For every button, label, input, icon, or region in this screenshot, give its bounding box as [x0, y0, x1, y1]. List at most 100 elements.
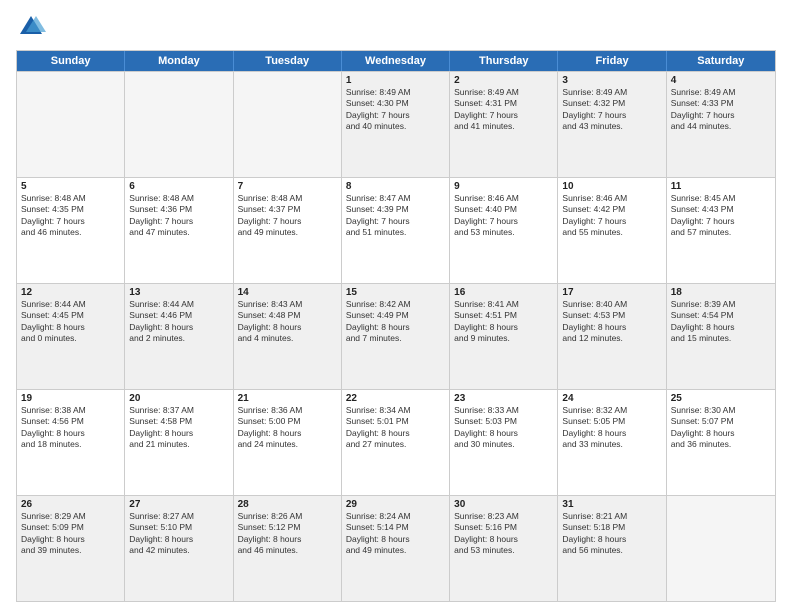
empty-cell	[667, 496, 775, 601]
day-number: 24	[562, 393, 661, 404]
day-number: 8	[346, 181, 445, 192]
day-info: Sunrise: 8:48 AMSunset: 4:37 PMDaylight:…	[238, 193, 337, 239]
day-number: 26	[21, 499, 120, 510]
day-info: Sunrise: 8:24 AMSunset: 5:14 PMDaylight:…	[346, 511, 445, 557]
day-cell-3: 3Sunrise: 8:49 AMSunset: 4:32 PMDaylight…	[558, 72, 666, 177]
day-number: 4	[671, 75, 771, 86]
day-info: Sunrise: 8:37 AMSunset: 4:58 PMDaylight:…	[129, 405, 228, 451]
day-number: 17	[562, 287, 661, 298]
calendar-body: 1Sunrise: 8:49 AMSunset: 4:30 PMDaylight…	[17, 71, 775, 601]
day-cell-14: 14Sunrise: 8:43 AMSunset: 4:48 PMDayligh…	[234, 284, 342, 389]
calendar-row-0: 1Sunrise: 8:49 AMSunset: 4:30 PMDaylight…	[17, 71, 775, 177]
day-number: 6	[129, 181, 228, 192]
day-number: 30	[454, 499, 553, 510]
day-info: Sunrise: 8:33 AMSunset: 5:03 PMDaylight:…	[454, 405, 553, 451]
day-number: 14	[238, 287, 337, 298]
day-info: Sunrise: 8:49 AMSunset: 4:32 PMDaylight:…	[562, 87, 661, 133]
day-info: Sunrise: 8:21 AMSunset: 5:18 PMDaylight:…	[562, 511, 661, 557]
calendar: SundayMondayTuesdayWednesdayThursdayFrid…	[16, 50, 776, 602]
day-cell-26: 26Sunrise: 8:29 AMSunset: 5:09 PMDayligh…	[17, 496, 125, 601]
day-info: Sunrise: 8:26 AMSunset: 5:12 PMDaylight:…	[238, 511, 337, 557]
day-info: Sunrise: 8:27 AMSunset: 5:10 PMDaylight:…	[129, 511, 228, 557]
day-number: 15	[346, 287, 445, 298]
day-info: Sunrise: 8:47 AMSunset: 4:39 PMDaylight:…	[346, 193, 445, 239]
day-number: 23	[454, 393, 553, 404]
day-cell-17: 17Sunrise: 8:40 AMSunset: 4:53 PMDayligh…	[558, 284, 666, 389]
day-cell-22: 22Sunrise: 8:34 AMSunset: 5:01 PMDayligh…	[342, 390, 450, 495]
day-cell-9: 9Sunrise: 8:46 AMSunset: 4:40 PMDaylight…	[450, 178, 558, 283]
day-cell-28: 28Sunrise: 8:26 AMSunset: 5:12 PMDayligh…	[234, 496, 342, 601]
logo-icon	[16, 12, 46, 42]
day-info: Sunrise: 8:48 AMSunset: 4:35 PMDaylight:…	[21, 193, 120, 239]
day-number: 16	[454, 287, 553, 298]
day-info: Sunrise: 8:49 AMSunset: 4:33 PMDaylight:…	[671, 87, 771, 133]
header-day-saturday: Saturday	[667, 51, 775, 71]
day-cell-16: 16Sunrise: 8:41 AMSunset: 4:51 PMDayligh…	[450, 284, 558, 389]
day-cell-10: 10Sunrise: 8:46 AMSunset: 4:42 PMDayligh…	[558, 178, 666, 283]
day-info: Sunrise: 8:40 AMSunset: 4:53 PMDaylight:…	[562, 299, 661, 345]
day-info: Sunrise: 8:49 AMSunset: 4:30 PMDaylight:…	[346, 87, 445, 133]
day-number: 20	[129, 393, 228, 404]
day-info: Sunrise: 8:46 AMSunset: 4:40 PMDaylight:…	[454, 193, 553, 239]
day-info: Sunrise: 8:38 AMSunset: 4:56 PMDaylight:…	[21, 405, 120, 451]
day-cell-1: 1Sunrise: 8:49 AMSunset: 4:30 PMDaylight…	[342, 72, 450, 177]
day-cell-19: 19Sunrise: 8:38 AMSunset: 4:56 PMDayligh…	[17, 390, 125, 495]
day-cell-4: 4Sunrise: 8:49 AMSunset: 4:33 PMDaylight…	[667, 72, 775, 177]
header-day-sunday: Sunday	[17, 51, 125, 71]
header-day-thursday: Thursday	[450, 51, 558, 71]
calendar-row-1: 5Sunrise: 8:48 AMSunset: 4:35 PMDaylight…	[17, 177, 775, 283]
day-cell-30: 30Sunrise: 8:23 AMSunset: 5:16 PMDayligh…	[450, 496, 558, 601]
day-info: Sunrise: 8:30 AMSunset: 5:07 PMDaylight:…	[671, 405, 771, 451]
day-number: 27	[129, 499, 228, 510]
day-number: 18	[671, 287, 771, 298]
day-cell-2: 2Sunrise: 8:49 AMSunset: 4:31 PMDaylight…	[450, 72, 558, 177]
calendar-row-4: 26Sunrise: 8:29 AMSunset: 5:09 PMDayligh…	[17, 495, 775, 601]
header-day-wednesday: Wednesday	[342, 51, 450, 71]
day-cell-5: 5Sunrise: 8:48 AMSunset: 4:35 PMDaylight…	[17, 178, 125, 283]
day-number: 31	[562, 499, 661, 510]
header-day-friday: Friday	[558, 51, 666, 71]
day-info: Sunrise: 8:48 AMSunset: 4:36 PMDaylight:…	[129, 193, 228, 239]
day-cell-24: 24Sunrise: 8:32 AMSunset: 5:05 PMDayligh…	[558, 390, 666, 495]
day-info: Sunrise: 8:29 AMSunset: 5:09 PMDaylight:…	[21, 511, 120, 557]
empty-cell	[17, 72, 125, 177]
day-cell-8: 8Sunrise: 8:47 AMSunset: 4:39 PMDaylight…	[342, 178, 450, 283]
day-info: Sunrise: 8:42 AMSunset: 4:49 PMDaylight:…	[346, 299, 445, 345]
day-cell-27: 27Sunrise: 8:27 AMSunset: 5:10 PMDayligh…	[125, 496, 233, 601]
day-cell-31: 31Sunrise: 8:21 AMSunset: 5:18 PMDayligh…	[558, 496, 666, 601]
empty-cell	[125, 72, 233, 177]
day-info: Sunrise: 8:44 AMSunset: 4:45 PMDaylight:…	[21, 299, 120, 345]
day-number: 28	[238, 499, 337, 510]
day-number: 9	[454, 181, 553, 192]
calendar-header: SundayMondayTuesdayWednesdayThursdayFrid…	[17, 51, 775, 71]
day-info: Sunrise: 8:36 AMSunset: 5:00 PMDaylight:…	[238, 405, 337, 451]
day-info: Sunrise: 8:34 AMSunset: 5:01 PMDaylight:…	[346, 405, 445, 451]
day-number: 7	[238, 181, 337, 192]
day-info: Sunrise: 8:39 AMSunset: 4:54 PMDaylight:…	[671, 299, 771, 345]
day-cell-15: 15Sunrise: 8:42 AMSunset: 4:49 PMDayligh…	[342, 284, 450, 389]
day-cell-7: 7Sunrise: 8:48 AMSunset: 4:37 PMDaylight…	[234, 178, 342, 283]
day-number: 3	[562, 75, 661, 86]
day-cell-25: 25Sunrise: 8:30 AMSunset: 5:07 PMDayligh…	[667, 390, 775, 495]
day-number: 22	[346, 393, 445, 404]
day-info: Sunrise: 8:44 AMSunset: 4:46 PMDaylight:…	[129, 299, 228, 345]
day-cell-29: 29Sunrise: 8:24 AMSunset: 5:14 PMDayligh…	[342, 496, 450, 601]
day-number: 25	[671, 393, 771, 404]
header-day-monday: Monday	[125, 51, 233, 71]
day-info: Sunrise: 8:45 AMSunset: 4:43 PMDaylight:…	[671, 193, 771, 239]
day-number: 29	[346, 499, 445, 510]
day-info: Sunrise: 8:46 AMSunset: 4:42 PMDaylight:…	[562, 193, 661, 239]
day-info: Sunrise: 8:23 AMSunset: 5:16 PMDaylight:…	[454, 511, 553, 557]
day-info: Sunrise: 8:41 AMSunset: 4:51 PMDaylight:…	[454, 299, 553, 345]
day-info: Sunrise: 8:49 AMSunset: 4:31 PMDaylight:…	[454, 87, 553, 133]
empty-cell	[234, 72, 342, 177]
header	[16, 12, 776, 42]
day-info: Sunrise: 8:43 AMSunset: 4:48 PMDaylight:…	[238, 299, 337, 345]
day-number: 19	[21, 393, 120, 404]
day-info: Sunrise: 8:32 AMSunset: 5:05 PMDaylight:…	[562, 405, 661, 451]
day-cell-18: 18Sunrise: 8:39 AMSunset: 4:54 PMDayligh…	[667, 284, 775, 389]
page: SundayMondayTuesdayWednesdayThursdayFrid…	[0, 0, 792, 612]
day-cell-12: 12Sunrise: 8:44 AMSunset: 4:45 PMDayligh…	[17, 284, 125, 389]
day-cell-23: 23Sunrise: 8:33 AMSunset: 5:03 PMDayligh…	[450, 390, 558, 495]
logo	[16, 12, 50, 42]
